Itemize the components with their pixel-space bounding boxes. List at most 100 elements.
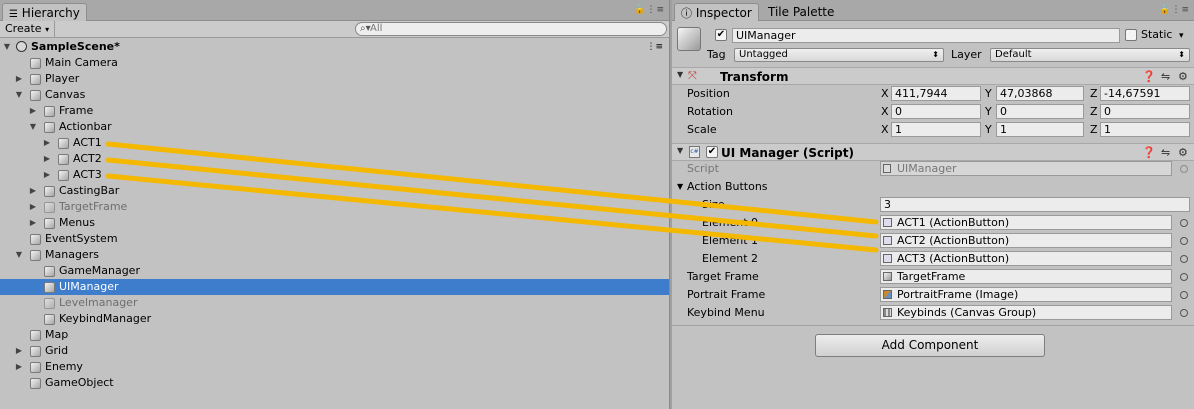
fold-arrow-icon[interactable]: ▼ (677, 180, 683, 194)
hierarchy-item-actionbar[interactable]: ▼ Actionbar (0, 119, 669, 135)
target-frame-field[interactable]: TargetFrame (880, 269, 1172, 284)
rotation-y-field[interactable]: 0 (996, 104, 1084, 119)
expand-arrow-icon[interactable]: ▶ (42, 151, 52, 167)
hierarchy-item-levelmanager[interactable]: Levelmanager (0, 295, 669, 311)
expand-arrow-icon[interactable]: ▶ (14, 359, 24, 375)
element-1-field[interactable]: ACT2 (ActionButton) (880, 233, 1172, 248)
scale-z-field[interactable]: 1 (1100, 122, 1190, 137)
preset-icon[interactable]: ⇋ (1161, 70, 1170, 83)
tab-tile-palette[interactable]: Tile Palette (762, 3, 840, 21)
object-picker-icon[interactable] (1180, 237, 1188, 245)
object-name-field[interactable]: UIManager (732, 28, 1120, 43)
expand-arrow-icon[interactable]: ▶ (14, 343, 24, 359)
hierarchy-item-eventsystem[interactable]: EventSystem (0, 231, 669, 247)
transform-header[interactable]: ▼ ⤧ Transform ❓ ⇋ ⚙ (672, 67, 1194, 85)
position-y-field[interactable]: 47,03868 (996, 86, 1084, 101)
help-icon[interactable]: ❓ (1142, 146, 1156, 159)
expand-arrow-icon[interactable]: ▶ (42, 135, 52, 151)
gameobject-icon (883, 272, 892, 281)
lock-menu-icon[interactable]: 🔒⋮≡ (1159, 5, 1190, 15)
hierarchy-item-player[interactable]: ▶ Player (0, 71, 669, 87)
hierarchy-toolbar: Create ▾ ⌕▾ All (0, 21, 669, 38)
image-component-icon (883, 290, 892, 299)
expand-arrow-icon[interactable]: ▼ (28, 119, 38, 135)
component-enabled-checkbox[interactable]: ✔ (706, 146, 718, 158)
hierarchy-item-frame[interactable]: ▶ Frame (0, 103, 669, 119)
element-0-label: Element 0 (702, 216, 759, 229)
fold-arrow-icon[interactable]: ▼ (677, 70, 683, 79)
create-button[interactable]: Create ▾ (0, 21, 56, 37)
keybind-menu-field[interactable]: Keybinds (Canvas Group) (880, 305, 1172, 320)
rotation-z-field[interactable]: 0 (1100, 104, 1190, 119)
gear-icon[interactable]: ⚙ (1178, 70, 1188, 83)
object-picker-icon[interactable] (1180, 309, 1188, 317)
position-label: Position (687, 87, 730, 100)
gameobject-icon (44, 314, 55, 325)
size-field[interactable]: 3 (880, 197, 1190, 212)
hierarchy-item-act2[interactable]: ▶ ACT2 (0, 151, 669, 167)
scale-y-field[interactable]: 1 (996, 122, 1084, 137)
search-icon: ⌕▾ (360, 23, 371, 34)
expand-arrow-icon[interactable]: ▶ (28, 183, 38, 199)
expand-arrow-icon[interactable]: ▶ (14, 71, 24, 87)
gameobject-icon (44, 106, 55, 117)
element-0-field[interactable]: ACT1 (ActionButton) (880, 215, 1172, 230)
hierarchy-item-act3[interactable]: ▶ ACT3 (0, 167, 669, 183)
help-icon[interactable]: ❓ (1142, 70, 1156, 83)
preset-icon[interactable]: ⇋ (1161, 146, 1170, 159)
static-checkbox[interactable] (1125, 29, 1137, 41)
expand-arrow-icon[interactable]: ▶ (42, 167, 52, 183)
gear-icon[interactable]: ⚙ (1178, 146, 1188, 159)
add-component-button[interactable]: Add Component (815, 334, 1045, 357)
static-dropdown-icon[interactable]: ▾ (1179, 29, 1184, 43)
element-2-field[interactable]: ACT3 (ActionButton) (880, 251, 1172, 266)
rotation-x-field[interactable]: 0 (891, 104, 981, 119)
expand-arrow-icon[interactable]: ▶ (28, 199, 38, 215)
hierarchy-item-targetframe[interactable]: ▶ TargetFrame (0, 199, 669, 215)
hierarchy-item-map[interactable]: Map (0, 327, 669, 343)
fold-arrow-icon[interactable]: ▼ (677, 146, 683, 155)
object-picker-icon[interactable] (1180, 273, 1188, 281)
hierarchy-item-castingbar[interactable]: ▶ CastingBar (0, 183, 669, 199)
hierarchy-item-act1[interactable]: ▶ ACT1 (0, 135, 669, 151)
inspector-panel: ⓘ Inspector Tile Palette 🔒⋮≡ ✔ UIManager… (672, 0, 1194, 409)
hierarchy-item-canvas[interactable]: ▼ Canvas (0, 87, 669, 103)
position-x-field[interactable]: 411,7944 (891, 86, 981, 101)
tag-dropdown[interactable]: Untagged ⬍ (734, 48, 944, 62)
expand-arrow-icon[interactable]: ▼ (14, 87, 24, 103)
hierarchy-item-gameobject[interactable]: GameObject (0, 375, 669, 391)
scale-x-field[interactable]: 1 (891, 122, 981, 137)
expand-arrow-icon[interactable]: ▼ (14, 247, 24, 263)
object-picker-icon[interactable] (1180, 291, 1188, 299)
portrait-frame-field[interactable]: PortraitFrame (Image) (880, 287, 1172, 302)
object-picker-icon[interactable] (1180, 255, 1188, 263)
hierarchy-item-main-camera[interactable]: Main Camera (0, 55, 669, 71)
search-input[interactable]: ⌕▾ All (355, 22, 667, 36)
object-picker-icon[interactable] (1180, 219, 1188, 227)
object-picker-icon[interactable] (1180, 165, 1188, 173)
scene-menu-icon[interactable]: ⋮≡ (646, 39, 663, 55)
hierarchy-item-grid[interactable]: ▶ Grid (0, 343, 669, 359)
gameobject-icon (58, 154, 69, 165)
gameobject-icon (30, 346, 41, 357)
scene-header[interactable]: ▼ SampleScene* ⋮≡ (0, 39, 669, 55)
hierarchy-item-managers[interactable]: ▼ Managers (0, 247, 669, 263)
ui-manager-header[interactable]: ▼ c# ✔ UI Manager (Script) ❓ ⇋ ⚙ (672, 143, 1194, 161)
tab-hierarchy[interactable]: ☰ Hierarchy (2, 3, 87, 21)
hierarchy-item-uimanager[interactable]: UIManager (0, 279, 669, 295)
layer-dropdown[interactable]: Default ⬍ (990, 48, 1190, 62)
script-component-icon (883, 254, 892, 263)
position-z-field[interactable]: -14,67591 (1100, 86, 1190, 101)
script-field[interactable]: UIManager (880, 161, 1172, 176)
hierarchy-item-enemy[interactable]: ▶ Enemy (0, 359, 669, 375)
hierarchy-item-menus[interactable]: ▶ Menus (0, 215, 669, 231)
expand-arrow-icon[interactable]: ▶ (28, 103, 38, 119)
tab-inspector[interactable]: ⓘ Inspector (674, 3, 759, 21)
expand-arrow-icon[interactable]: ▶ (28, 215, 38, 231)
hierarchy-item-gamemanager[interactable]: GameManager (0, 263, 669, 279)
expand-arrow-icon[interactable]: ▼ (2, 39, 12, 55)
lock-menu-icon[interactable]: 🔒⋮≡ (634, 5, 665, 15)
active-checkbox[interactable]: ✔ (715, 29, 727, 41)
hierarchy-item-keybindmanager[interactable]: KeybindManager (0, 311, 669, 327)
size-label: Size (702, 198, 725, 211)
